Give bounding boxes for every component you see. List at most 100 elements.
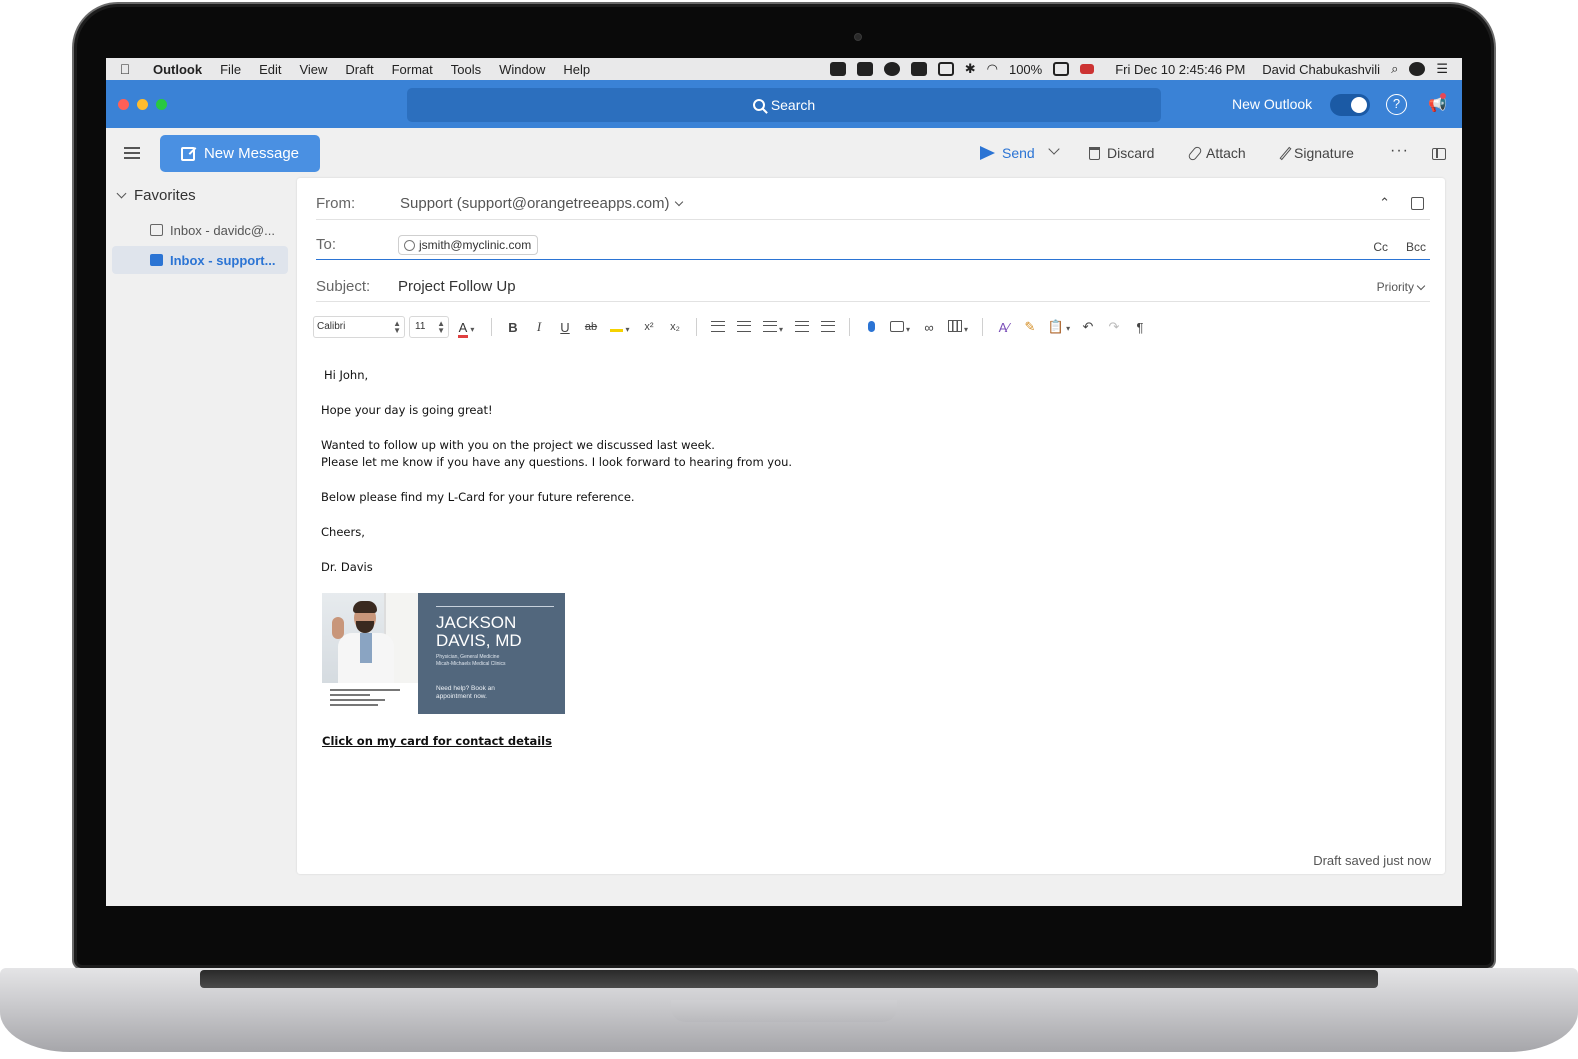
menu-view[interactable]: View <box>290 62 336 77</box>
insert-table-button[interactable]: ▾ <box>942 319 974 335</box>
align-icon <box>762 320 777 332</box>
new-message-label: New Message <box>203 145 300 162</box>
show-formatting-icon[interactable]: ¶ <box>1127 320 1153 335</box>
indent-icon[interactable] <box>815 320 841 335</box>
recipient-chip[interactable]: jsmith@myclinic.com <box>398 235 539 255</box>
toggle-knob <box>1351 97 1367 113</box>
paste-button[interactable]: 📋 ▾ <box>1043 319 1075 335</box>
flag-icon[interactable] <box>1080 64 1095 74</box>
collapse-header-icon[interactable]: ⌃ <box>1379 195 1390 211</box>
more-options-icon[interactable]: ··· <box>1390 142 1409 160</box>
zoom-icon[interactable] <box>829 62 846 76</box>
signature-button[interactable]: Signature <box>1279 145 1354 161</box>
dictate-button[interactable] <box>858 320 884 335</box>
styles-icon[interactable]: A⁄ <box>991 320 1017 335</box>
window-controls <box>118 99 167 110</box>
menu-tools[interactable]: Tools <box>442 62 490 77</box>
apple-icon[interactable]:  <box>106 61 144 77</box>
menubar-user[interactable]: David Chabukashvili <box>1262 62 1380 77</box>
align-button[interactable]: ▾ <box>757 320 789 335</box>
wifi-icon[interactable]: ◠ <box>987 61 998 77</box>
l-card-image[interactable]: JACKSON DAVIS, MD Physician, General Med… <box>322 593 565 714</box>
keyboard-strip <box>200 970 1378 988</box>
underline-icon[interactable]: U <box>552 320 578 335</box>
undo-icon[interactable]: ↶ <box>1075 319 1101 335</box>
sidebar-item-inbox-support[interactable]: Inbox - support... <box>112 246 288 274</box>
zoom-window-button[interactable] <box>156 99 167 110</box>
card-title: Physician, General Medicine <box>436 654 500 660</box>
favorites-header[interactable]: Favorites <box>116 187 196 204</box>
priority-label: Priority <box>1376 280 1414 294</box>
send-options-dropdown[interactable] <box>1048 143 1060 155</box>
send-button[interactable]: Send <box>980 145 1035 161</box>
help-icon[interactable]: ? <box>1386 94 1407 115</box>
bold-icon[interactable]: B <box>500 320 526 335</box>
cc-button[interactable]: Cc <box>1373 240 1388 254</box>
from-selector[interactable]: Support (support@orangetreeapps.com) <box>400 195 683 212</box>
italic-icon[interactable]: I <box>526 319 552 335</box>
strikethrough-icon[interactable]: ab <box>578 321 604 333</box>
search-icon <box>752 99 765 111</box>
dropbox-icon[interactable] <box>856 62 873 76</box>
menu-format[interactable]: Format <box>383 62 442 77</box>
clipboard-icon: 📋 <box>1047 319 1065 334</box>
subscript-icon[interactable]: x₂ <box>662 321 688 333</box>
menu-window[interactable]: Window <box>490 62 554 77</box>
doctor-hair <box>353 601 377 613</box>
battery-icon[interactable] <box>1053 62 1070 76</box>
insert-picture-button[interactable]: ▾ <box>884 320 916 335</box>
font-size-select[interactable]: 11 ▲ ▼ <box>409 316 449 338</box>
sidebar-item-inbox-davidc[interactable]: Inbox - davidc@... <box>112 216 288 244</box>
close-window-button[interactable] <box>118 99 129 110</box>
numbered-list-icon[interactable] <box>731 320 757 335</box>
menu-draft[interactable]: Draft <box>336 62 382 77</box>
side-panel-icon[interactable] <box>1432 148 1446 160</box>
inbox-icon <box>150 254 163 266</box>
mac-menu-bar:  Outlook File Edit View Draft Format To… <box>106 58 1462 80</box>
font-color-icon: A <box>457 319 469 338</box>
discard-button[interactable]: Discard <box>1089 145 1154 161</box>
chevron-down-icon <box>1048 143 1060 155</box>
siri-icon[interactable] <box>1409 62 1426 76</box>
font-name-select[interactable]: Calibri ▲ ▼ <box>313 316 405 338</box>
format-painter-icon[interactable]: ✎ <box>1017 319 1043 335</box>
minimize-window-button[interactable] <box>137 99 148 110</box>
sidebar-item-label: Inbox - davidc@... <box>170 222 275 238</box>
send-label: Send <box>1002 145 1035 161</box>
redo-icon[interactable]: ↷ <box>1101 319 1127 335</box>
body-line: Wanted to follow up with you on the proj… <box>321 438 715 452</box>
hamburger-menu-icon[interactable] <box>124 147 140 159</box>
chevron-down-icon <box>674 197 683 207</box>
bluetooth-icon[interactable]: ✱ <box>965 61 976 77</box>
spinner-icon: ▲ ▼ <box>393 319 401 335</box>
new-message-button[interactable]: New Message <box>160 135 320 172</box>
link-icon[interactable]: ∞ <box>916 320 942 335</box>
check-icon[interactable] <box>883 62 900 76</box>
control-center-icon[interactable]: ☰ <box>1436 61 1448 77</box>
attach-button[interactable]: Attach <box>1187 144 1246 162</box>
toolbar-divider <box>982 318 983 336</box>
subject-input[interactable]: Project Follow Up <box>398 278 516 295</box>
superscript-icon[interactable]: x² <box>636 321 662 333</box>
menubar-datetime[interactable]: Fri Dec 10 2:45:46 PM <box>1115 62 1245 77</box>
bullet-list-icon[interactable] <box>705 320 731 335</box>
menu-file[interactable]: File <box>211 62 250 77</box>
highlight-button[interactable]: ▾ <box>604 320 636 335</box>
menu-help[interactable]: Help <box>554 62 599 77</box>
picture-icon <box>889 320 904 332</box>
pop-out-icon[interactable] <box>1411 197 1424 210</box>
font-color-button[interactable]: A ▾ <box>449 319 483 338</box>
malwarebytes-icon[interactable] <box>910 62 927 76</box>
new-outlook-toggle[interactable] <box>1330 94 1370 116</box>
menu-app-name[interactable]: Outlook <box>144 62 211 77</box>
menu-edit[interactable]: Edit <box>250 62 290 77</box>
bcc-button[interactable]: Bcc <box>1406 240 1426 254</box>
chevron-down-icon: ▾ <box>470 324 475 334</box>
search-box[interactable]: Search <box>407 88 1161 122</box>
spotlight-icon[interactable]: ⌕ <box>1391 61 1398 77</box>
table-icon <box>947 319 962 332</box>
priority-dropdown[interactable]: Priority <box>1376 280 1426 294</box>
outdent-icon[interactable] <box>789 320 815 335</box>
card-contact-link[interactable]: Click on my card for contact details <box>322 734 552 748</box>
airplay-icon[interactable] <box>937 62 954 76</box>
